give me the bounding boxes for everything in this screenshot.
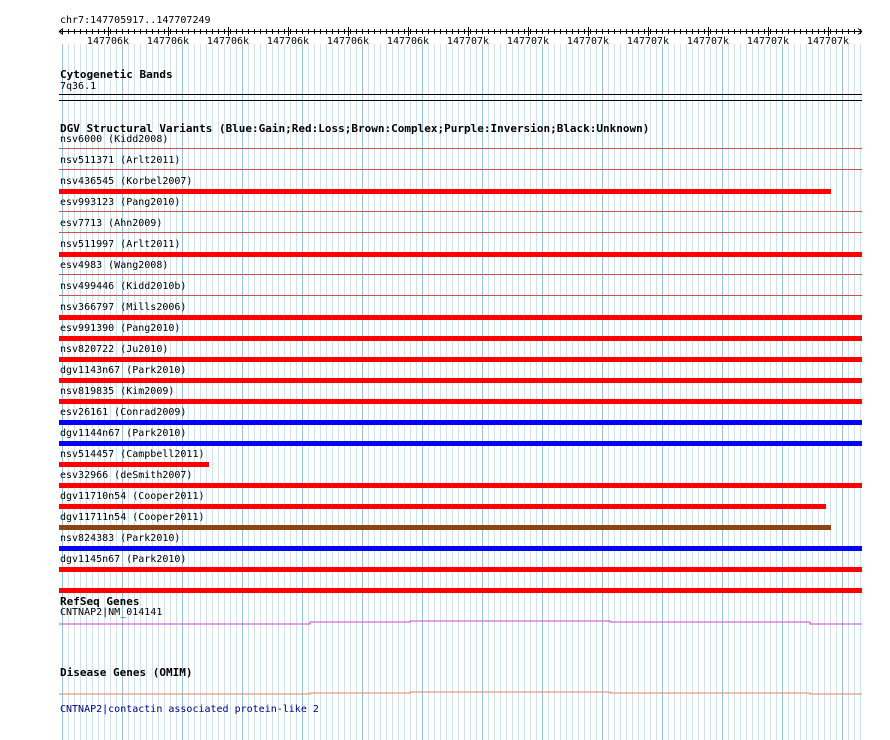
variant-separator	[59, 232, 862, 233]
variant-label[interactable]: esv991390 (Pang2010)	[60, 323, 180, 335]
variant-label[interactable]: dgv1143n67 (Park2010)	[60, 365, 186, 377]
variant-label[interactable]: dgv11710n54 (Cooper2011)	[60, 491, 205, 503]
variant-label[interactable]: nsv436545 (Korbel2007)	[60, 176, 192, 188]
variant-separator	[59, 211, 862, 212]
variant-separator	[59, 295, 862, 296]
ruler-tick-label: 147707k	[807, 36, 849, 47]
variant-bar[interactable]	[59, 399, 862, 404]
variant-label[interactable]: esv7713 (Ahn2009)	[60, 218, 162, 230]
variant-bar[interactable]	[59, 567, 862, 572]
variant-label[interactable]: nsv511997 (Arlt2011)	[60, 239, 180, 251]
variant-label[interactable]: nsv366797 (Mills2006)	[60, 302, 186, 314]
variant-label[interactable]: nsv819835 (Kim2009)	[60, 386, 174, 398]
variant-label[interactable]: nsv6000 (Kidd2008)	[60, 134, 168, 146]
variant-label[interactable]: esv993123 (Pang2010)	[60, 197, 180, 209]
ruler-tick-label: 147706k	[207, 36, 249, 47]
variant-label[interactable]: dgv1145n67 (Park2010)	[60, 554, 186, 566]
ruler-tick-label: 147706k	[267, 36, 309, 47]
cytogenetic-band-line-lower	[59, 100, 862, 101]
variant-bar[interactable]	[59, 525, 832, 530]
variant-bar[interactable]	[59, 315, 862, 320]
ruler-tick-label: 147706k	[87, 36, 129, 47]
ruler-tick-label: 147706k	[147, 36, 189, 47]
variant-bar[interactable]	[59, 546, 862, 551]
variant-bar[interactable]	[59, 336, 862, 341]
cytogenetic-band-line	[59, 94, 862, 95]
ruler-tick-label: 147707k	[627, 36, 669, 47]
variant-label[interactable]: esv4983 (Wang2008)	[60, 260, 168, 272]
variant-separator	[59, 169, 862, 170]
variant-label[interactable]: nsv499446 (Kidd2010b)	[60, 281, 186, 293]
variant-separator	[59, 274, 862, 275]
variant-bar[interactable]	[59, 441, 862, 446]
variant-label[interactable]: esv26161 (Conrad2009)	[60, 407, 186, 419]
variant-label[interactable]: nsv514457 (Campbell2011)	[60, 449, 205, 461]
ruler-tick-label: 147707k	[447, 36, 489, 47]
omim-title: Disease Genes (OMIM)	[60, 666, 193, 679]
refseq-gene-model[interactable]	[0, 616, 890, 628]
variant-label[interactable]: nsv824383 (Park2010)	[60, 533, 180, 545]
cytogenetic-band-label[interactable]: 7q36.1	[60, 81, 96, 93]
variant-bar[interactable]	[59, 462, 210, 467]
variant-separator	[59, 148, 862, 149]
cytogenetic-title: Cytogenetic Bands	[60, 68, 173, 81]
ruler-tick-label: 147707k	[507, 36, 549, 47]
variant-bar[interactable]	[59, 420, 862, 425]
variant-bar[interactable]	[59, 483, 862, 488]
variant-label[interactable]: nsv511371 (Arlt2011)	[60, 155, 180, 167]
ruler-tick-label: 147707k	[687, 36, 729, 47]
variant-bar[interactable]	[59, 252, 862, 257]
variant-bar[interactable]	[59, 378, 862, 383]
variant-bar[interactable]	[59, 504, 826, 509]
variant-label[interactable]: nsv820722 (Ju2010)	[60, 344, 168, 356]
variant-bar[interactable]	[59, 357, 862, 362]
coordinate-ruler[interactable]: 147706k 147706k 147706k 147706k 147706k 14770…	[0, 26, 890, 50]
variant-label[interactable]: esv32966 (deSmith2007)	[60, 470, 192, 482]
ruler-tick-label: 147707k	[567, 36, 609, 47]
ruler-tick-label: 147706k	[327, 36, 369, 47]
omim-gene-line[interactable]	[0, 686, 890, 698]
variant-label[interactable]: dgv11711n54 (Cooper2011)	[60, 512, 205, 524]
variant-bar[interactable]	[59, 189, 832, 194]
ruler-tick-label: 147707k	[747, 36, 789, 47]
omim-gene-link[interactable]: CNTNAP2|contactin associated protein-lik…	[60, 704, 319, 716]
variant-label[interactable]: dgv1144n67 (Park2010)	[60, 428, 186, 440]
ruler-tick-label: 147706k	[387, 36, 429, 47]
variant-bar[interactable]	[59, 588, 862, 593]
